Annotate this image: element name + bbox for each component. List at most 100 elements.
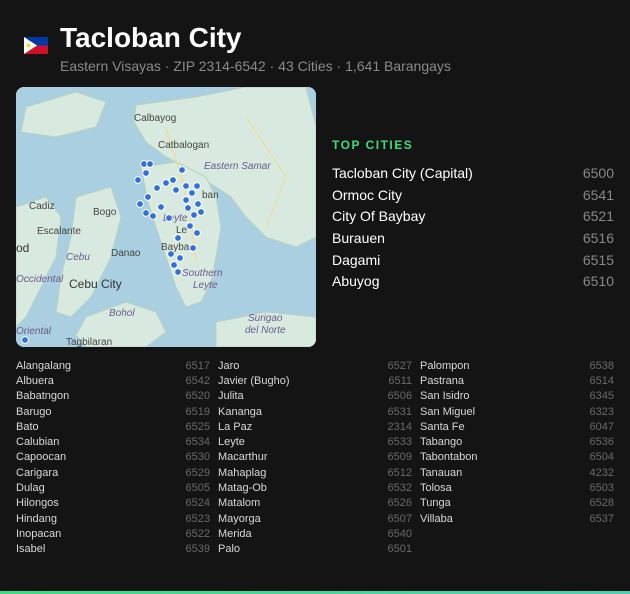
city-marker	[190, 211, 198, 219]
city-row[interactable]: Macarthur 6509	[218, 450, 412, 465]
city-name: Villaba	[420, 512, 453, 525]
city-zip: 6520	[185, 390, 210, 403]
city-row[interactable]: Inopacan 6522	[16, 526, 210, 541]
city-marker	[167, 250, 175, 258]
city-row[interactable]: Carigara 6529	[16, 465, 210, 480]
city-marker	[149, 212, 157, 220]
city-column: Jaro 6527 Javier (Bugho) 6511 Julita 6506 Kana…	[218, 358, 412, 557]
city-name: Palompon	[420, 359, 470, 372]
city-name: Alangalang	[16, 359, 72, 372]
top-city-name: Burauen	[332, 229, 385, 246]
map-label-bohol: Bohol	[109, 308, 135, 319]
city-row[interactable]: Bato 6525	[16, 419, 210, 434]
city-row[interactable]: Pastrana 6514	[420, 373, 614, 388]
city-row[interactable]: Capoocan 6530	[16, 450, 210, 465]
map-label-leyte-south: Leyte	[193, 280, 218, 291]
city-row[interactable]: Matag-Ob 6532	[218, 480, 412, 495]
city-row[interactable]: Jaro 6527	[218, 358, 412, 373]
city-marker	[176, 254, 184, 262]
city-row[interactable]: Palompon 6538	[420, 358, 614, 373]
city-row[interactable]: Tolosa 6503	[420, 480, 614, 495]
map-canvas: Calbayog Catbalogan Eastern Samar Cadiz …	[16, 87, 316, 347]
map-label-cebu: Cebu	[66, 252, 90, 263]
city-row[interactable]: Alangalang 6517	[16, 358, 210, 373]
city-row[interactable]: Matalom 6526	[218, 496, 412, 511]
city-row[interactable]: La Paz 2314	[218, 419, 412, 434]
city-name: Tunga	[420, 497, 451, 510]
city-marker	[146, 160, 154, 168]
top-city-row[interactable]: Tacloban City (Capital) 6500	[332, 162, 614, 184]
city-row[interactable]: Tabango 6536	[420, 434, 614, 449]
city-name: Hilongos	[16, 497, 59, 510]
city-row[interactable]: Mayorga 6507	[218, 511, 412, 526]
city-row[interactable]: Palo 6501	[218, 542, 412, 557]
city-zip: 6323	[589, 405, 614, 418]
city-zip: 6514	[589, 374, 614, 387]
city-row[interactable]: Tunga 6528	[420, 496, 614, 511]
city-row[interactable]: Babatngon 6520	[16, 389, 210, 404]
city-row[interactable]: Dulag 6505	[16, 480, 210, 495]
city-name: Matalom	[218, 497, 261, 510]
city-zip: 6532	[387, 482, 412, 495]
city-name: Matag-Ob	[218, 482, 267, 495]
city-zip: 6522	[185, 527, 210, 540]
city-row[interactable]: Mahaplag 6512	[218, 465, 412, 480]
city-zip: 6534	[185, 436, 210, 449]
city-row[interactable]: Tanauan 4232	[420, 465, 614, 480]
city-name: Barugo	[16, 405, 52, 418]
city-name: Julita	[218, 390, 244, 403]
city-name: Mayorga	[218, 512, 261, 525]
map-label-od: od	[16, 241, 29, 255]
city-row[interactable]: Kananga 6531	[218, 404, 412, 419]
city-zip: 4232	[589, 466, 614, 479]
city-row[interactable]: Hindang 6523	[16, 511, 210, 526]
city-marker	[136, 200, 144, 208]
city-name: San Isidro	[420, 390, 470, 403]
city-row[interactable]: San Isidro 6345	[420, 389, 614, 404]
city-name: Kananga	[218, 405, 263, 418]
city-marker	[144, 193, 152, 201]
city-name: Albuera	[16, 374, 54, 387]
map-label-southern: Southern	[182, 268, 223, 279]
city-marker	[188, 189, 196, 197]
top-city-zip: 6510	[582, 273, 614, 290]
map-label-bogo: Bogo	[93, 207, 117, 218]
top-city-row[interactable]: Abuyog 6510	[332, 270, 614, 292]
city-zip: 6504	[589, 451, 614, 464]
city-row[interactable]: Javier (Bugho) 6511	[218, 373, 412, 388]
city-row[interactable]: Leyte 6533	[218, 434, 412, 449]
city-row[interactable]: Albuera 6542	[16, 373, 210, 388]
city-name: Tanauan	[420, 466, 463, 479]
region-map[interactable]: Calbayog Catbalogan Eastern Samar Cadiz …	[16, 87, 316, 347]
city-zip: 6539	[185, 543, 210, 556]
top-city-name: Abuyog	[332, 273, 380, 290]
map-label-danao: Danao	[111, 248, 141, 259]
city-zip: 6538	[589, 359, 614, 372]
city-name: Mahaplag	[218, 466, 267, 479]
top-city-row[interactable]: Dagami 6515	[332, 249, 614, 271]
city-marker	[162, 179, 170, 187]
city-name: Jaro	[218, 359, 240, 372]
city-name: Tabango	[420, 436, 463, 449]
city-row[interactable]: San Miguel 6323	[420, 404, 614, 419]
map-label-cebu-city: Cebu City	[69, 277, 122, 291]
city-zip: 6517	[185, 359, 210, 372]
city-row[interactable]: Tabontabon 6504	[420, 450, 614, 465]
city-row[interactable]: Isabel 6539	[16, 542, 210, 557]
city-row[interactable]: Hilongos 6524	[16, 496, 210, 511]
city-row[interactable]: Calubian 6534	[16, 434, 210, 449]
city-row[interactable]: Santa Fe 6047	[420, 419, 614, 434]
top-city-row[interactable]: Ormoc City 6541	[332, 184, 614, 206]
city-column: Palompon 6538 Pastrana 6514 San Isidro 6345 Sa…	[420, 358, 614, 557]
map-label-catbalogan: Catbalogan	[158, 140, 209, 151]
city-row[interactable]: Merida 6540	[218, 526, 412, 541]
top-city-row[interactable]: Burauen 6516	[332, 227, 614, 249]
top-city-row[interactable]: City Of Baybay 6521	[332, 205, 614, 227]
city-row[interactable]: Barugo 6519	[16, 404, 210, 419]
city-zip: 6506	[387, 390, 412, 403]
city-row[interactable]: Julita 6506	[218, 389, 412, 404]
city-marker	[169, 176, 177, 184]
city-row[interactable]: Villaba 6537	[420, 511, 614, 526]
city-zip: 6540	[387, 527, 412, 540]
city-marker	[21, 336, 29, 344]
